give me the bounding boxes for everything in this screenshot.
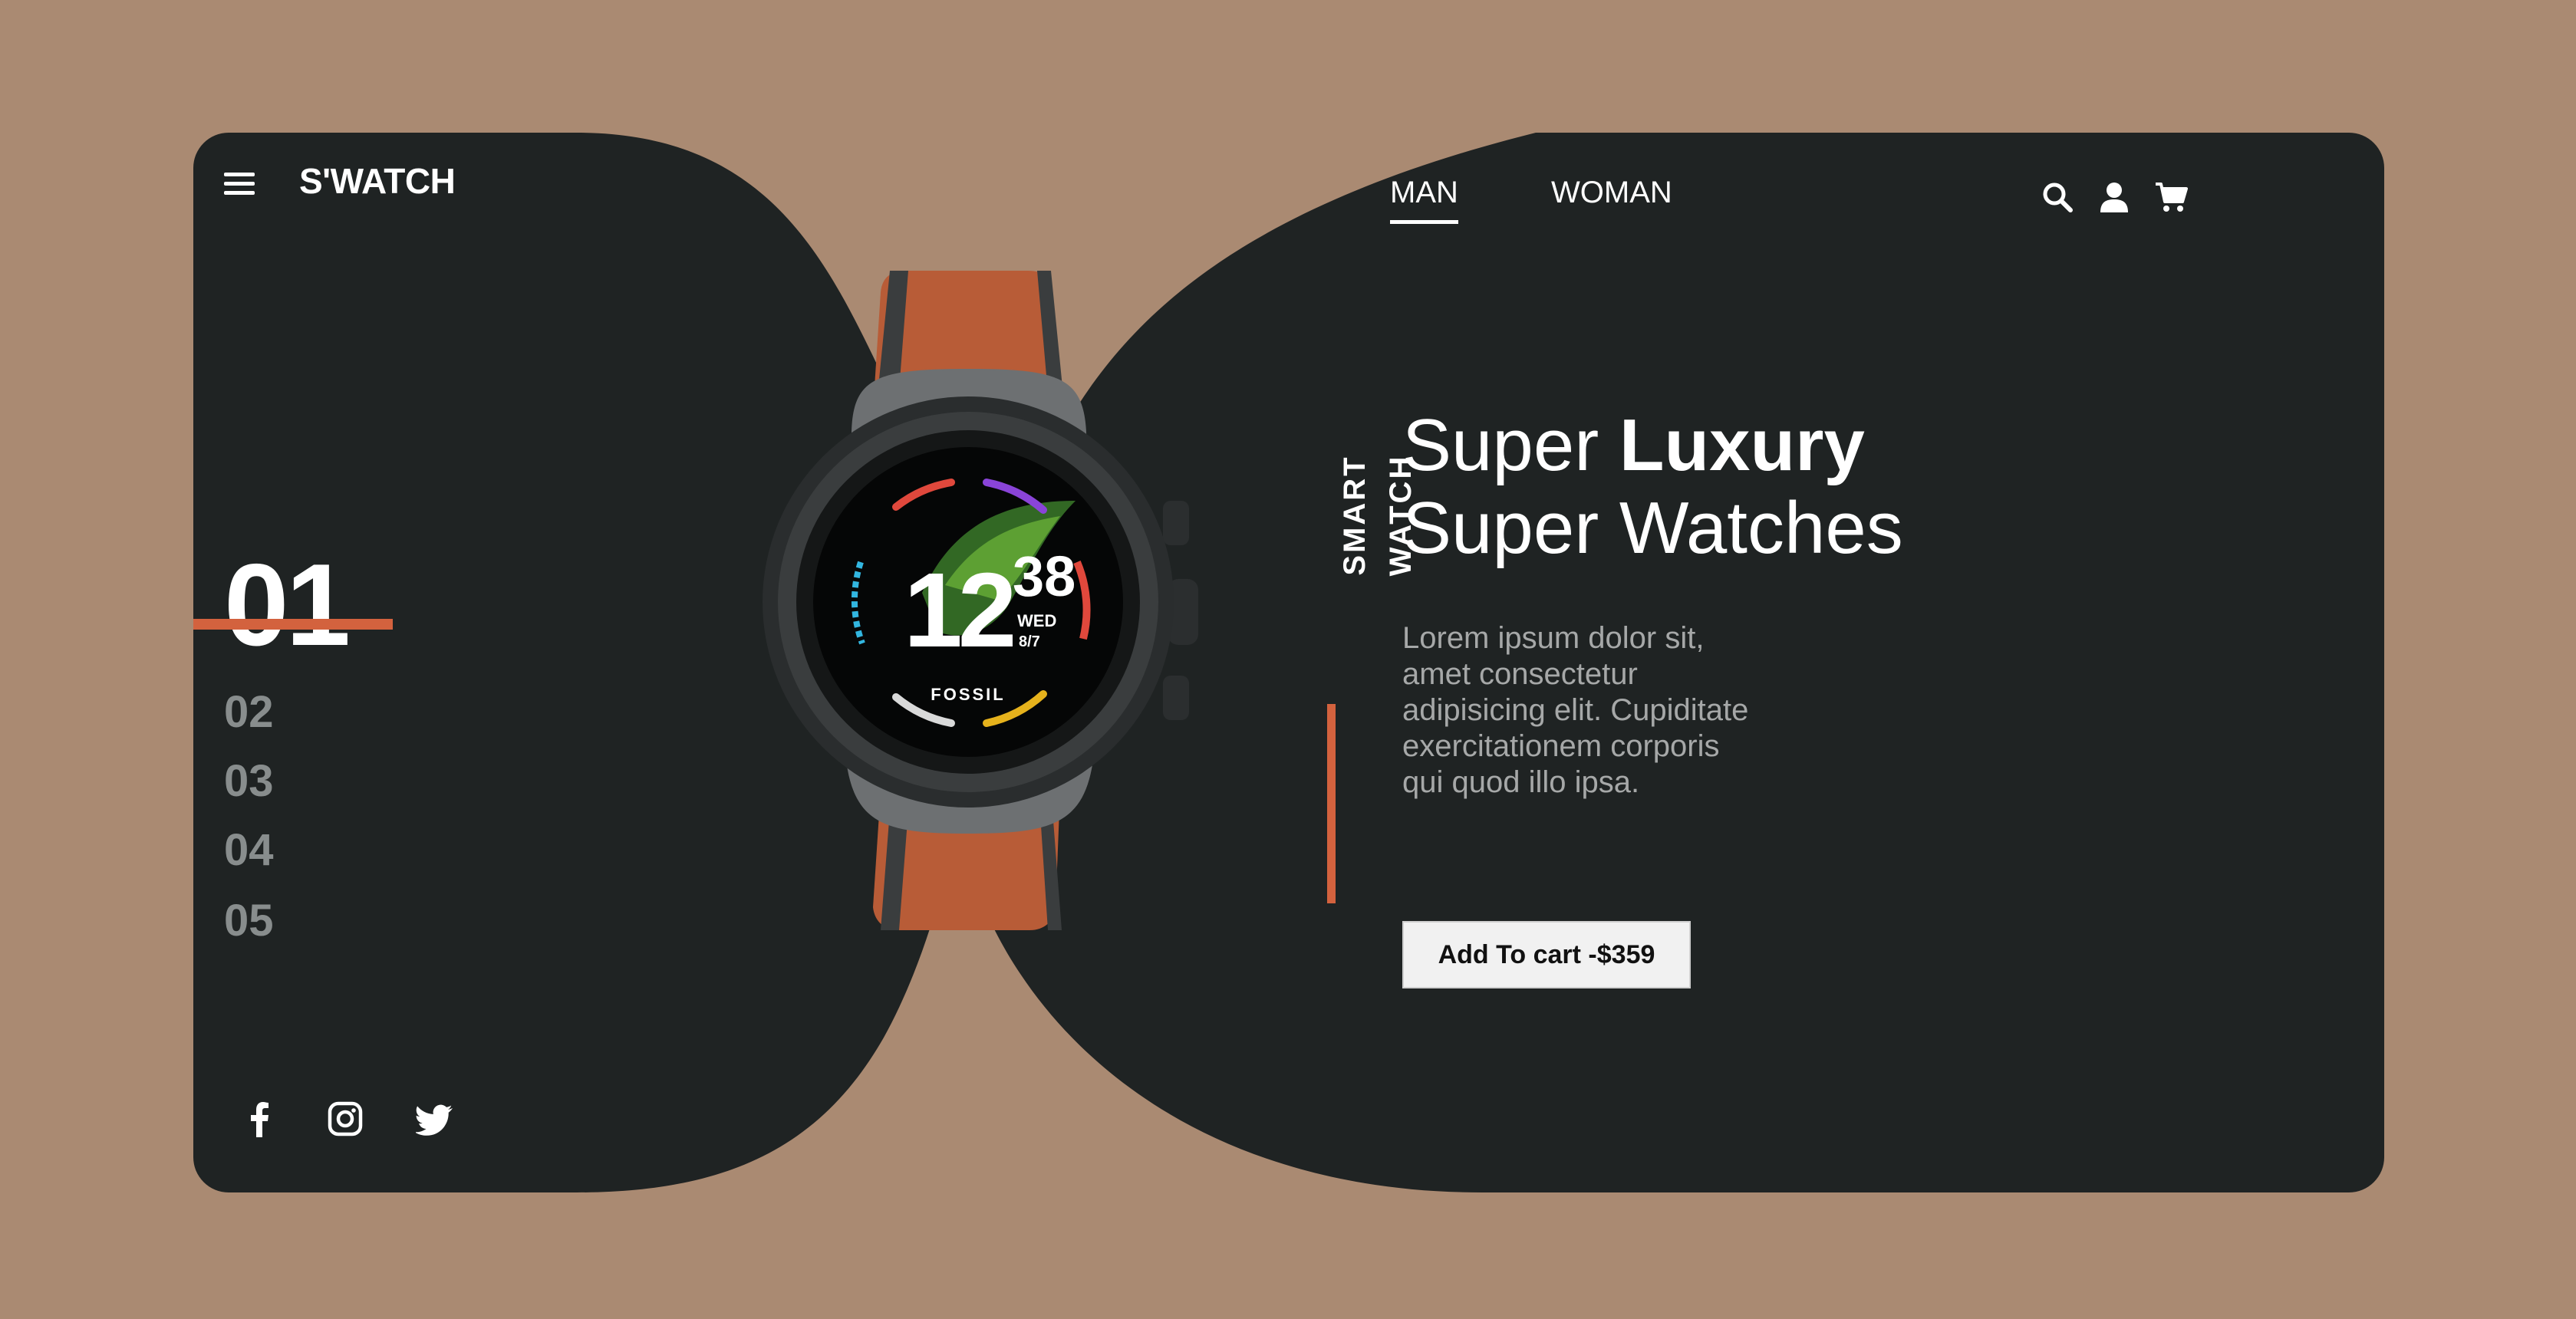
slide-number-03[interactable]: 03 (224, 755, 274, 807)
logo[interactable]: S'WATCH (299, 160, 456, 202)
headline-bold: Luxury (1619, 404, 1865, 486)
watch-date: 8/7 (1019, 633, 1040, 650)
slide-number-05[interactable]: 05 (224, 895, 274, 946)
vertical-label: SMART WATCH (1338, 454, 1418, 577)
smartwatch-product-image: 12 38 WED 8/7 FOSSIL (763, 271, 1198, 930)
hero-headline: Super Luxury Super Watches (1402, 404, 1903, 570)
search-icon[interactable] (2041, 180, 2074, 214)
slide-number-02[interactable]: 02 (224, 686, 274, 738)
slide-number-04[interactable]: 04 (224, 824, 274, 876)
active-slide-indicator (193, 619, 393, 630)
instagram-icon[interactable] (325, 1099, 365, 1139)
nav-man[interactable]: MAN (1390, 176, 1458, 224)
accent-line (1327, 704, 1336, 903)
watch-day: WED (1017, 611, 1056, 630)
headline-line2: Super Watches (1402, 487, 1903, 569)
watch-brand: FOSSIL (931, 685, 1005, 704)
hero-description: Lorem ipsum dolor sit, amet consectetur … (1402, 621, 1749, 799)
twitter-icon[interactable] (416, 1099, 456, 1139)
headline-prefix: Super (1402, 404, 1619, 486)
slide-number-active[interactable]: 01 (224, 547, 351, 663)
hamburger-menu-icon[interactable] (224, 169, 255, 197)
facebook-icon[interactable] (239, 1099, 279, 1139)
add-to-cart-button[interactable]: Add To cart -$359 (1402, 921, 1691, 988)
cart-icon[interactable] (2154, 180, 2188, 214)
watch-hour: 12 (904, 551, 1013, 669)
watch-minute: 38 (1013, 544, 1076, 608)
user-icon[interactable] (2097, 180, 2131, 214)
nav-woman[interactable]: WOMAN (1551, 176, 1672, 210)
hero-card: S'WATCH MAN WOMAN 01 02 03 04 05 12 38 W… (193, 133, 2384, 1192)
